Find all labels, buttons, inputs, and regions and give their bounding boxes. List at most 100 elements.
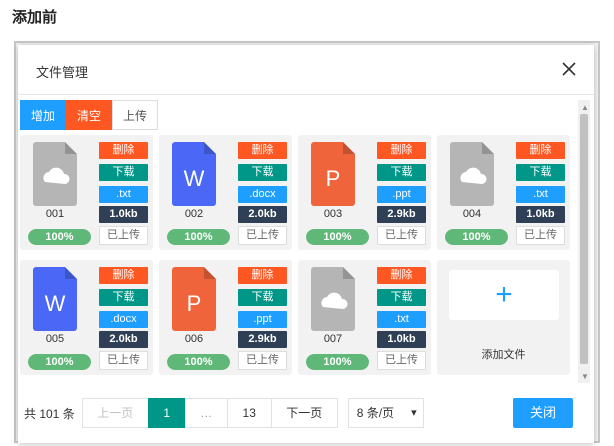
add-file-card[interactable]: + 添加文件 [437, 260, 570, 375]
file-type-letter: P [325, 166, 341, 191]
file-name: 007 [323, 333, 343, 345]
file-card: 007 删除下载 .txt 1.0kb 100% 已上传 [298, 260, 431, 375]
upload-status-badge: 已上传 [377, 226, 426, 245]
file-type-letter: W [44, 291, 66, 316]
file-size-badge: 2.9kb [238, 331, 287, 348]
file-card: W 005 删除下载 .docx 2.0kb 100% 已上传 [20, 260, 153, 375]
scroll-up-arrow-icon[interactable]: ▲ [581, 103, 589, 112]
file-extension-badge: .txt [516, 186, 565, 203]
scrollbar[interactable]: ▲ ▼ [578, 100, 590, 383]
dialog-title: 文件管理 [36, 65, 89, 80]
ppt-file-icon: P [172, 267, 216, 331]
file-size-badge: 2.0kb [99, 331, 148, 348]
delete-button[interactable]: 删除 [377, 142, 426, 159]
download-button[interactable]: 下载 [516, 164, 565, 181]
upload-progress-bar: 100% [445, 229, 508, 245]
progress-text: 100% [462, 231, 491, 243]
file-card: 004 删除 下载 .txt 1.0kb 100% 已上传 [437, 135, 570, 250]
progress-text: 100% [184, 231, 213, 243]
file-extension-badge: .docx [99, 311, 148, 328]
add-file-box[interactable]: + [449, 270, 559, 320]
upload-status-badge: 已上传 [516, 226, 565, 245]
cloud-file-icon [450, 142, 494, 206]
file-extension-badge: .ppt [238, 311, 287, 328]
upload-progress-bar: 100% [167, 354, 230, 370]
download-button[interactable]: 下载 [99, 164, 148, 181]
delete-button[interactable]: 删除 [377, 267, 426, 284]
delete-button[interactable]: 删除 [238, 267, 287, 284]
delete-button[interactable]: 删除 [99, 267, 148, 284]
progress-text: 100% [323, 356, 352, 368]
delete-button[interactable]: 删除 [238, 142, 287, 159]
progress-text: 100% [45, 231, 74, 243]
upload-status-badge: 已上传 [238, 351, 287, 370]
file-extension-badge: .docx [238, 186, 287, 203]
clear-button[interactable]: 清空 [66, 100, 113, 130]
close-button[interactable]: 关闭 [513, 398, 573, 428]
file-card: 001 删除下载 .txt 1.0kb 100% 已上传 [20, 135, 153, 250]
close-icon[interactable] [558, 58, 580, 80]
page-1-button[interactable]: 1 [147, 398, 186, 428]
upload-status-badge: 已上传 [377, 351, 426, 370]
file-extension-badge: .txt [99, 186, 148, 203]
pagination: 共 101 条 上一页 1 … 13 下一页 8 条/页 ▾ [24, 398, 424, 428]
page-size-select[interactable]: 8 条/页 ▾ [347, 398, 424, 428]
pagination-ellipsis: … [184, 398, 228, 428]
upload-progress-bar: 100% [167, 229, 230, 245]
file-size-badge: 2.9kb [377, 206, 426, 223]
add-file-label: 添加文件 [481, 349, 526, 361]
add-button[interactable]: 增加 [20, 100, 67, 130]
upload-button[interactable]: 上传 [112, 100, 159, 130]
file-name: 002 [184, 208, 204, 220]
file-size-badge: 1.0kb [516, 206, 565, 223]
prev-page-button[interactable]: 上一页 [81, 398, 149, 428]
upload-progress-bar: 100% [306, 354, 369, 370]
file-card: P 006 删除下载 .ppt 2.9kb 100% 已上传 [159, 260, 292, 375]
delete-button[interactable]: 删除 [99, 142, 148, 159]
upload-status-badge: 已上传 [99, 351, 148, 370]
upload-status-badge: 已上传 [99, 226, 148, 245]
file-name: 006 [184, 333, 204, 345]
dialog-header: 文件管理 [18, 45, 594, 95]
file-name: 003 [323, 208, 343, 220]
pagination-total: 共 101 条 [24, 406, 75, 421]
progress-text: 100% [45, 356, 74, 368]
file-manager-dialog: 文件管理 增加 清空 上传 001 删除 下载 .txt 1.0kb 100% 已上传 W 00… [18, 45, 594, 443]
download-button[interactable]: 下载 [377, 164, 426, 181]
cloud-file-icon [311, 267, 355, 331]
file-card: P 003 删除下载 .ppt 2.9kb 100% 已上传 [298, 135, 431, 250]
download-button[interactable]: 下载 [99, 289, 148, 306]
plus-icon: + [495, 278, 513, 311]
download-button[interactable]: 下载 [238, 164, 287, 181]
page-heading: 添加前 [12, 9, 58, 26]
file-size-badge: 1.0kb [99, 206, 148, 223]
next-page-button[interactable]: 下一页 [270, 398, 338, 428]
file-type-letter: W [183, 166, 205, 191]
file-grid: 001 删除 下载 .txt 1.0kb 100% 已上传 W 002 删除 下载 .docx 2.0k… [20, 135, 572, 381]
download-button[interactable]: 下载 [238, 289, 287, 306]
scroll-thumb[interactable] [580, 114, 588, 364]
file-size-badge: 1.0kb [377, 331, 426, 348]
file-extension-badge: .ppt [377, 186, 426, 203]
word-file-icon: W [33, 267, 77, 331]
upload-progress-bar: 100% [306, 229, 369, 245]
page-13-button[interactable]: 13 [226, 398, 272, 428]
progress-text: 100% [323, 231, 352, 243]
upload-status-badge: 已上传 [238, 226, 287, 245]
cloud-file-icon [33, 142, 77, 206]
file-name: 005 [45, 333, 65, 345]
word-file-icon: W [172, 142, 216, 206]
file-type-letter: P [186, 291, 202, 316]
page-size-value: 8 条/页 [356, 406, 395, 420]
delete-button[interactable]: 删除 [516, 142, 565, 159]
upload-progress-bar: 100% [28, 229, 91, 245]
download-button[interactable]: 下载 [377, 289, 426, 306]
file-name: 001 [45, 208, 65, 220]
file-extension-badge: .txt [377, 311, 426, 328]
scroll-down-arrow-icon[interactable]: ▼ [581, 372, 589, 381]
chevron-down-icon: ▾ [411, 407, 417, 419]
upload-progress-bar: 100% [28, 354, 91, 370]
progress-text: 100% [184, 356, 213, 368]
file-size-badge: 2.0kb [238, 206, 287, 223]
ppt-file-icon: P [311, 142, 355, 206]
